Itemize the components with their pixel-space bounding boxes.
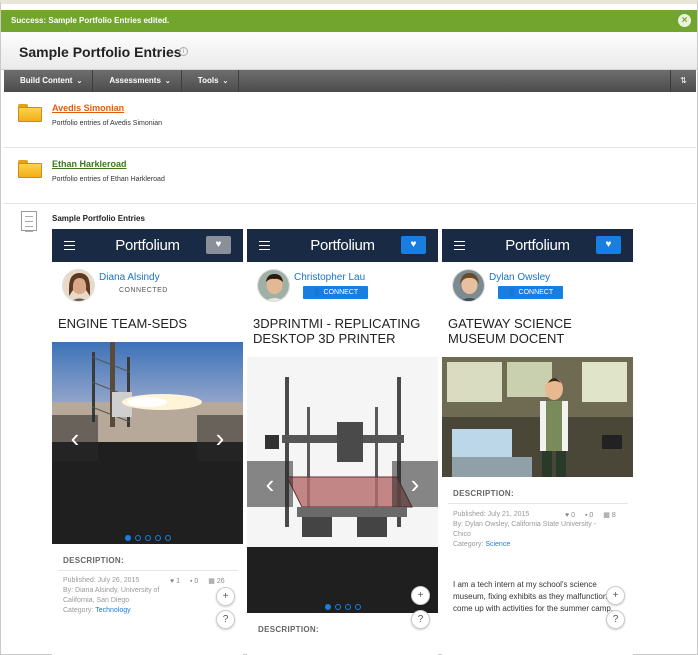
avatar[interactable] xyxy=(452,269,485,302)
likes-count: 0 xyxy=(571,512,576,519)
likes-count: 1 xyxy=(176,578,181,585)
entry-link-ethan[interactable]: Ethan Harkleroad xyxy=(52,159,127,169)
slide-dot[interactable] xyxy=(164,535,171,541)
project-image: ‹ › xyxy=(52,342,243,544)
heart-icon[interactable]: ♥ xyxy=(206,236,231,254)
comments-count: 0 xyxy=(589,512,594,519)
heart-icon: ♥ xyxy=(565,512,570,519)
help-button[interactable]: ? xyxy=(411,610,430,629)
page-header: Sample Portfolio Entries i xyxy=(1,32,697,70)
connect-button[interactable]: 👤 CONNECT xyxy=(498,286,563,299)
card-title: GATEWAY SCIENCE MUSEUM DOCENT xyxy=(448,316,572,346)
slide-dot[interactable] xyxy=(144,535,151,541)
connection-status: CONNECTED xyxy=(119,287,168,294)
entry-description: Portfolio entries of Avedis Simonian xyxy=(52,120,162,127)
build-content-menu[interactable]: Build Content ⌄ xyxy=(4,70,94,92)
heart-icon[interactable]: ♥ xyxy=(401,236,426,254)
prev-slide-button[interactable]: ‹ xyxy=(52,415,98,461)
comment-icon: ▪ xyxy=(189,578,193,585)
views-count: 26 xyxy=(216,578,225,585)
chevron-down-icon: ⌄ xyxy=(222,78,229,85)
card-header: Portfolium ♥ xyxy=(247,229,438,262)
slide-indicator xyxy=(52,528,243,546)
add-button[interactable]: + xyxy=(606,586,625,605)
page-title: Sample Portfolio Entries xyxy=(19,44,182,60)
tools-menu[interactable]: Tools ⌄ xyxy=(182,70,240,92)
published-date: Published: July 26, 2015 xyxy=(63,577,140,584)
add-button[interactable]: + xyxy=(411,586,430,605)
entry-link-avedis[interactable]: Avedis Simonian xyxy=(52,103,124,113)
project-image xyxy=(442,357,633,477)
portfolio-card: Portfolium ♥ Christopher Lau 👤 CONNECT 3… xyxy=(247,229,438,655)
entry-description: Portfolio entries of Ethan Harkleroad xyxy=(52,176,165,183)
slide-dot[interactable] xyxy=(124,535,131,541)
heart-icon: ♥ xyxy=(170,578,175,585)
sort-icon[interactable]: ⇅ xyxy=(670,70,696,92)
description-label: DESCRIPTION: xyxy=(453,489,514,498)
views-count: 8 xyxy=(611,512,616,519)
chevron-down-icon: ⌄ xyxy=(76,78,83,85)
description-text: I am a tech intern at my school's scienc… xyxy=(453,580,623,613)
folder-icon xyxy=(18,160,42,178)
page-frame: Success: Sample Portfolio Entries edited… xyxy=(0,0,698,655)
document-icon xyxy=(21,211,37,232)
add-user-icon: 👤 xyxy=(312,289,322,296)
category-link[interactable]: Science xyxy=(485,541,510,548)
connect-button[interactable]: 👤 CONNECT xyxy=(303,286,368,299)
user-name[interactable]: Diana Alsindy xyxy=(99,272,160,283)
author: By: Diana Alsindy, University of Califor… xyxy=(63,587,160,604)
add-user-icon: 👤 xyxy=(507,289,517,296)
calendar-icon: ▦ xyxy=(603,512,610,519)
card-stats: ♥ 0 ▪ 0 ▦ 8 xyxy=(565,511,616,519)
content-item: Ethan Harkleroad Portfolio entries of Et… xyxy=(4,148,696,204)
portfolio-section-title: Sample Portfolio Entries xyxy=(52,214,145,223)
calendar-icon: ▦ xyxy=(208,578,215,585)
comments-count: 0 xyxy=(194,578,199,585)
slide-dot[interactable] xyxy=(324,604,331,610)
author: By: Dylan Owsley, California State Unive… xyxy=(453,521,597,538)
folder-icon xyxy=(18,104,42,122)
portfolio-card: Portfolium ♥ Dylan Owsley 👤 CONNECT GATE… xyxy=(442,229,633,655)
info-icon[interactable]: i xyxy=(179,47,188,56)
add-button[interactable]: + xyxy=(216,587,235,606)
chevron-down-icon: ⌄ xyxy=(164,78,171,85)
slide-dot[interactable] xyxy=(354,604,361,610)
action-bar: Build Content ⌄ Assessments ⌄ Tools ⌄ ⇅ xyxy=(4,70,696,92)
card-title: ENGINE TEAM-SEDS xyxy=(58,316,188,331)
slide-dot[interactable] xyxy=(134,535,141,541)
heart-icon[interactable]: ♥ xyxy=(596,236,621,254)
slide-dot[interactable] xyxy=(334,604,341,610)
success-message: Success: Sample Portfolio Entries edited… xyxy=(11,16,170,25)
user-name[interactable]: Dylan Owsley xyxy=(489,272,550,283)
slide-dot[interactable] xyxy=(344,604,351,610)
card-stats: ♥ 1 ▪ 0 ▦ 26 xyxy=(170,577,225,585)
avatar[interactable] xyxy=(257,269,290,302)
card-header: Portfolium ♥ xyxy=(52,229,243,262)
project-image: ‹ › xyxy=(247,357,438,613)
user-name[interactable]: Christopher Lau xyxy=(294,272,365,283)
next-slide-button[interactable]: › xyxy=(197,415,243,461)
comment-icon: ▪ xyxy=(584,512,588,519)
slide-dot[interactable] xyxy=(154,535,161,541)
card-meta: Published: July 26, 2015 By: Diana Alsin… xyxy=(63,576,167,616)
assessments-menu[interactable]: Assessments ⌄ xyxy=(93,70,182,92)
content-item: Avedis Simonian Portfolio entries of Ave… xyxy=(4,92,696,148)
description-label: DESCRIPTION: xyxy=(63,556,124,565)
category-link[interactable]: Technology xyxy=(95,607,130,614)
card-header: Portfolium ♥ xyxy=(442,229,633,262)
help-button[interactable]: ? xyxy=(606,610,625,629)
portfolio-card: Portfolium ♥ Diana Alsindy CONNECTED ENG… xyxy=(52,229,243,655)
next-slide-button[interactable]: › xyxy=(392,461,438,507)
description-label: DESCRIPTION: xyxy=(258,625,319,634)
card-title: 3DPRINTMI - REPLICATING DESKTOP 3D PRINT… xyxy=(253,316,421,346)
success-banner: Success: Sample Portfolio Entries edited… xyxy=(1,10,697,32)
close-icon[interactable]: × xyxy=(678,14,691,27)
prev-slide-button[interactable]: ‹ xyxy=(247,461,293,507)
slide-indicator xyxy=(247,597,438,615)
avatar[interactable] xyxy=(62,269,95,302)
help-button[interactable]: ? xyxy=(216,610,235,629)
